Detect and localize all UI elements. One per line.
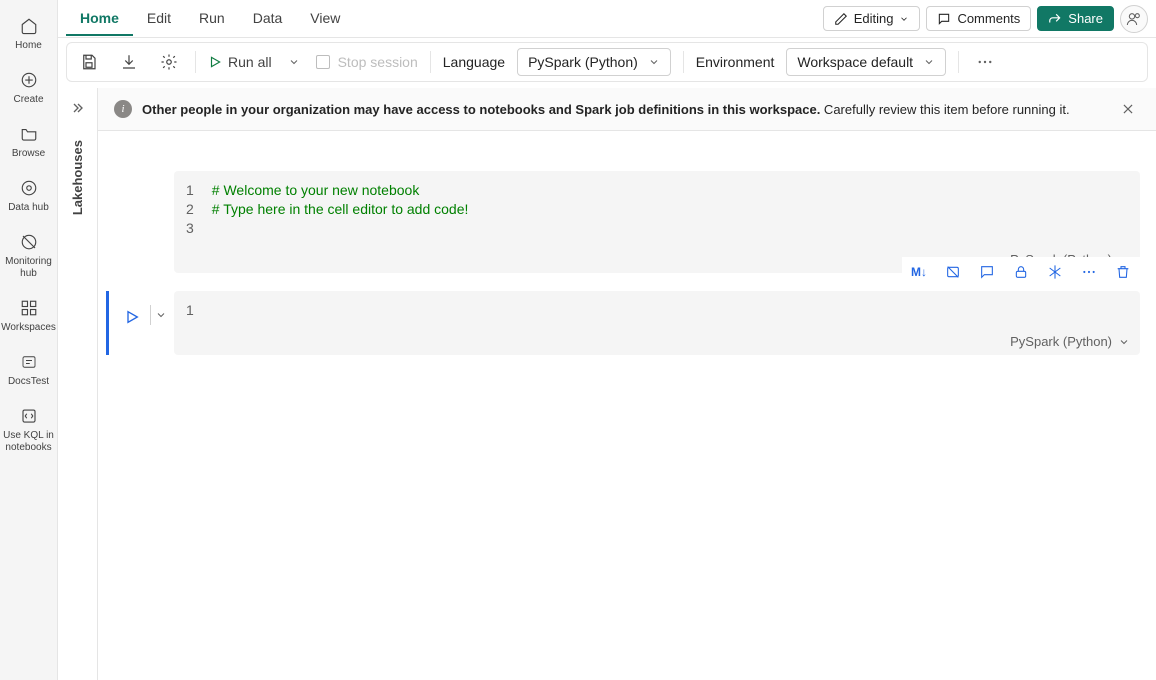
tab-home[interactable]: Home [66,2,133,36]
play-icon [208,55,222,69]
cell-active-bar [106,171,109,273]
plus-circle-icon [19,70,39,90]
convert-markdown-button[interactable]: M↓ [908,261,930,283]
editing-mode-button[interactable]: Editing [823,6,921,31]
workspace-item-icon [19,352,39,372]
presence-avatar-button[interactable] [1120,5,1148,33]
expand-panel-button[interactable] [66,96,90,120]
comment-icon [937,12,951,26]
nav-monitoring-hub[interactable]: Monitoring hub [0,224,57,290]
share-icon [1048,12,1062,26]
cell-gutter [104,291,174,355]
left-navigation-rail: Home Create Browse Data hub Monitoring h… [0,0,58,680]
pencil-icon [834,12,848,26]
nav-data-hub-label: Data hub [8,202,49,214]
download-button[interactable] [115,48,143,76]
code-lines[interactable]: # Welcome to your new notebook# Type her… [212,181,1128,238]
comments-button[interactable]: Comments [926,6,1031,31]
cell-language-label: PySpark (Python) [1010,334,1112,349]
kql-icon [19,406,39,426]
nav-browse-label: Browse [12,148,45,160]
environment-value: Workspace default [797,54,913,70]
freeze-cell-button[interactable] [1044,261,1066,283]
save-button[interactable] [75,48,103,76]
language-label: Language [443,54,505,70]
language-select[interactable]: PySpark (Python) [517,48,671,76]
code-lines[interactable] [212,301,1128,320]
chevron-down-icon [899,14,909,24]
toolbar-divider [683,51,684,73]
notebook-cell[interactable]: M↓1PySpark (Python) [104,291,1140,355]
run-all-dropdown[interactable] [284,56,304,68]
tab-view[interactable]: View [296,2,354,36]
nav-create[interactable]: Create [0,62,57,116]
cell-code-area[interactable]: 1 PySpark (Python) [174,291,1140,355]
info-bold: Other people in your organization may ha… [142,102,820,117]
toolbar-more-button[interactable] [971,48,999,76]
info-message: Other people in your organization may ha… [142,102,1070,117]
cell-comment-button[interactable] [976,261,998,283]
nav-create-label: Create [13,94,43,106]
folder-icon [19,124,39,144]
share-label: Share [1068,11,1103,26]
chevron-down-icon [923,56,935,68]
nav-kql-label: Use KQL in notebooks [2,430,55,454]
info-icon: i [114,100,132,118]
stop-icon [316,55,330,69]
environment-label: Environment [696,54,775,70]
info-banner: i Other people in your organization may … [98,88,1156,131]
tab-run[interactable]: Run [185,2,239,36]
delete-cell-button[interactable] [1112,261,1134,283]
share-button[interactable]: Share [1037,6,1114,31]
cell-more-button[interactable] [1078,261,1100,283]
cell-body: M↓1PySpark (Python) [174,291,1140,355]
line-numbers: 1 [186,301,212,320]
lock-cell-button[interactable] [1010,261,1032,283]
run-cell-button[interactable] [120,305,144,329]
chevron-down-icon [1118,336,1130,348]
home-icon [19,16,39,36]
nav-monitoring-label: Monitoring hub [2,256,55,280]
settings-button[interactable] [155,48,183,76]
info-close-button[interactable] [1116,97,1140,121]
environment-select[interactable]: Workspace default [786,48,946,76]
cell-active-bar [106,291,109,355]
data-hub-icon [19,178,39,198]
tab-edit[interactable]: Edit [133,2,185,36]
line-numbers: 123 [186,181,212,238]
nav-kql-notebooks[interactable]: Use KQL in notebooks [0,398,57,464]
stop-session-label: Stop session [338,54,418,70]
run-all-button[interactable]: Run all [208,54,272,70]
cell-toolbar: M↓ [902,257,1140,287]
cell-language-selector[interactable]: PySpark (Python) [174,330,1140,355]
info-rest: Carefully review this item before runnin… [820,102,1069,117]
nav-workspaces-label: Workspaces [1,322,56,334]
toolbar-divider [195,51,196,73]
nav-home-label: Home [15,40,42,52]
nav-docstest-label: DocsTest [8,376,49,388]
nav-docstest[interactable]: DocsTest [0,344,57,398]
editing-label: Editing [854,11,894,26]
toolbar-divider [958,51,959,73]
monitoring-icon [19,232,39,252]
language-value: PySpark (Python) [528,54,638,70]
workspaces-icon [19,298,39,318]
toolbar-divider [430,51,431,73]
run-all-label: Run all [228,54,272,70]
nav-data-hub[interactable]: Data hub [0,170,57,224]
lakehouses-panel-tab[interactable]: Lakehouses [70,140,85,215]
hide-input-button[interactable] [942,261,964,283]
tab-data[interactable]: Data [239,2,297,36]
nav-workspaces[interactable]: Workspaces [0,290,57,344]
stop-session-button[interactable]: Stop session [316,54,418,70]
run-cell-dropdown[interactable] [150,305,170,325]
cell-gutter [104,171,174,273]
nav-home[interactable]: Home [0,8,57,62]
comments-label: Comments [957,11,1020,26]
nav-browse[interactable]: Browse [0,116,57,170]
chevron-down-icon [648,56,660,68]
